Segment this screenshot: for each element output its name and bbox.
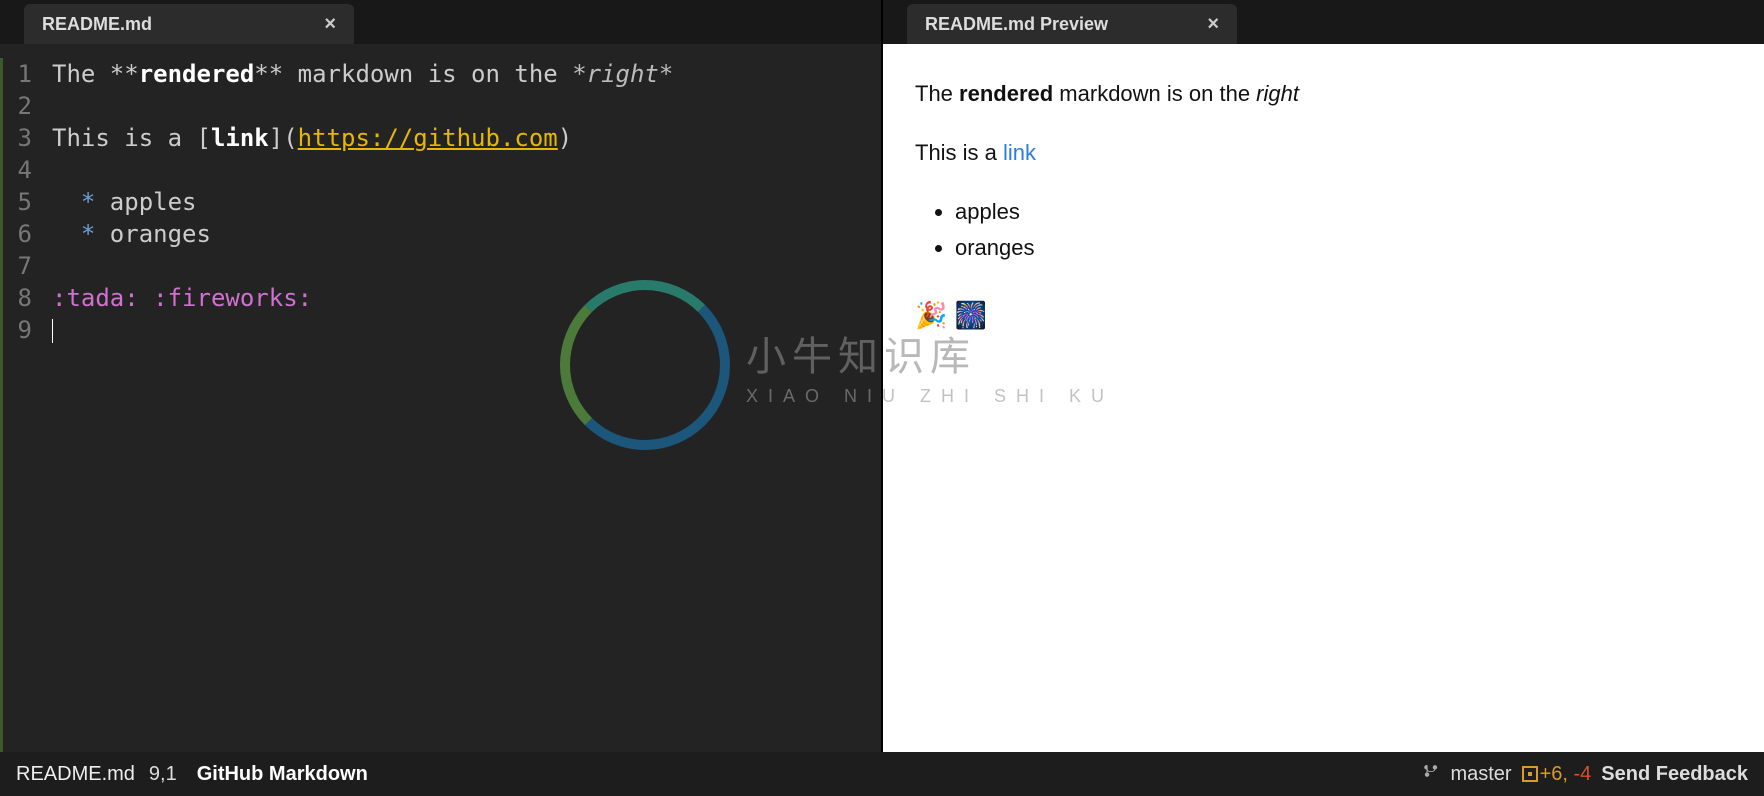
status-bar: README.md 9,1 GitHub Markdown master +6,…: [0, 752, 1764, 796]
line-number: 6: [3, 218, 32, 250]
git-branch-icon[interactable]: [1422, 762, 1440, 786]
status-git-diff[interactable]: +6, -4: [1522, 763, 1592, 786]
close-icon[interactable]: ×: [1207, 13, 1219, 36]
diff-box-icon: [1522, 766, 1538, 782]
bullet-marker: *: [52, 188, 110, 216]
preview-link[interactable]: link: [1003, 140, 1036, 165]
preview-tab-bar: README.md Preview ×: [883, 0, 1764, 44]
emoji-code: :fireworks:: [153, 284, 312, 312]
diff-deletions: -4: [1573, 763, 1591, 785]
link-text: link: [211, 124, 269, 152]
code-text: This is a [: [52, 124, 211, 152]
preview-bold: rendered: [959, 81, 1053, 106]
list-item-text: apples: [110, 188, 197, 216]
status-left: README.md 9,1 GitHub Markdown: [16, 763, 368, 786]
code-content[interactable]: The **rendered** markdown is on the *rig…: [40, 58, 881, 752]
italic-text: *right*: [572, 60, 673, 88]
bold-marker: **: [254, 60, 283, 88]
line-number: 4: [3, 154, 32, 186]
cursor: [52, 319, 53, 343]
line-number: 9: [3, 314, 32, 346]
emoji-code: :tada:: [52, 284, 139, 312]
preview-italic: right: [1256, 81, 1299, 106]
preview-paragraph: The rendered markdown is on the right: [915, 76, 1732, 111]
line-number: 2: [3, 90, 32, 122]
diff-additions: +6,: [1540, 763, 1574, 785]
send-feedback-button[interactable]: Send Feedback: [1601, 763, 1748, 786]
bracket: ): [558, 124, 572, 152]
status-branch[interactable]: master: [1450, 763, 1511, 786]
line-number: 3: [3, 122, 32, 154]
bold-text: rendered: [139, 60, 255, 88]
emoji-row: 🎉 🎆: [915, 295, 1732, 337]
gutter: 1 2 3 4 5 6 7 8 9: [0, 58, 40, 752]
line-number: 5: [3, 186, 32, 218]
preview-paragraph: This is a link: [915, 135, 1732, 170]
preview-text: The: [915, 81, 959, 106]
list-item: apples: [955, 194, 1732, 229]
tab-label: README.md: [42, 14, 152, 35]
status-right: master +6, -4 Send Feedback: [1422, 762, 1748, 786]
line-number: 1: [3, 58, 32, 90]
status-cursor-position[interactable]: 9,1: [149, 763, 177, 786]
line-number: 7: [3, 250, 32, 282]
editor-pane: README.md × 1 2 3 4 5 6 7 8 9 The **rend…: [0, 0, 881, 752]
line-number: 8: [3, 282, 32, 314]
link-url: https://github.com: [298, 124, 558, 152]
preview-text: This is a: [915, 140, 1003, 165]
bold-marker: **: [110, 60, 139, 88]
close-icon[interactable]: ×: [324, 13, 336, 36]
tab-label: README.md Preview: [925, 14, 1108, 35]
tab-preview[interactable]: README.md Preview ×: [907, 4, 1237, 44]
list-item: oranges: [955, 230, 1732, 265]
code-text: markdown is on the: [283, 60, 572, 88]
code-text: The: [52, 60, 110, 88]
fireworks-icon: 🎆: [955, 300, 987, 330]
status-grammar[interactable]: GitHub Markdown: [197, 763, 368, 786]
list-item-text: oranges: [110, 220, 211, 248]
tada-icon: 🎉: [915, 300, 947, 330]
bullet-marker: *: [52, 220, 110, 248]
status-filename[interactable]: README.md: [16, 763, 135, 786]
bracket: ](: [269, 124, 298, 152]
preview-text: markdown is on the: [1053, 81, 1256, 106]
markdown-preview: The rendered markdown is on the right Th…: [883, 44, 1764, 752]
preview-list: apples oranges: [955, 194, 1732, 264]
code-editor[interactable]: 1 2 3 4 5 6 7 8 9 The **rendered** markd…: [0, 44, 881, 752]
space: [139, 284, 153, 312]
editor-tab-bar: README.md ×: [0, 0, 881, 44]
preview-pane: README.md Preview × The rendered markdow…: [881, 0, 1764, 752]
tab-readme[interactable]: README.md ×: [24, 4, 354, 44]
